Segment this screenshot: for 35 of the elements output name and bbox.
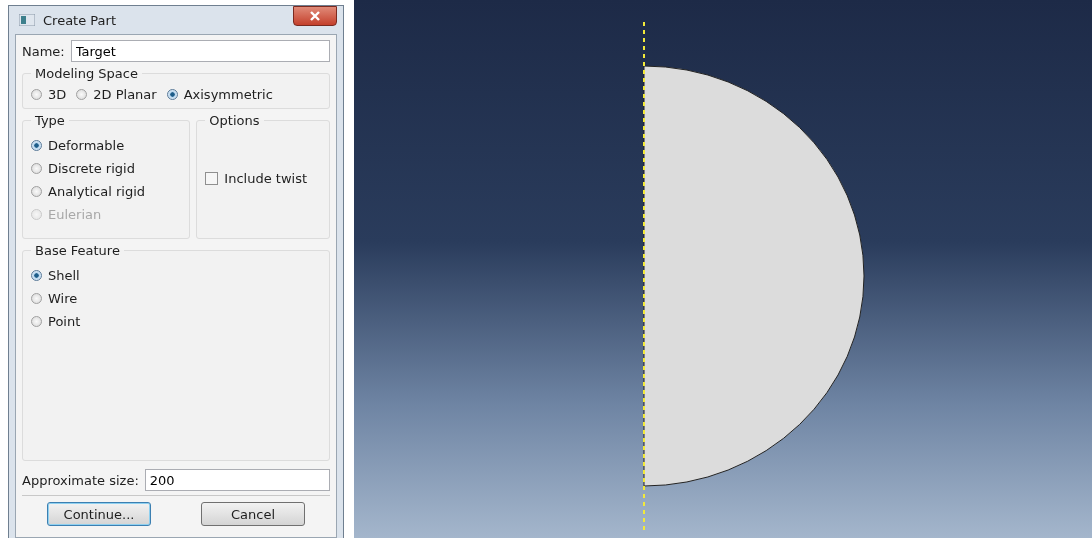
option-label: 3D — [48, 87, 67, 102]
option-label: 2D Planar — [93, 87, 157, 102]
radio-button[interactable] — [166, 89, 178, 100]
option-label: Axisymmetric — [183, 87, 273, 102]
radio-button[interactable] — [31, 89, 42, 100]
option-label: Include twist — [224, 170, 307, 186]
size-field[interactable]: 200 — [144, 469, 330, 491]
option-label: Eulerian — [48, 207, 102, 222]
option-label: Point — [48, 314, 81, 329]
radio-button[interactable] — [31, 163, 42, 174]
radio-button[interactable] — [31, 186, 42, 197]
radio-button[interactable] — [31, 293, 42, 304]
option-label: Shell — [48, 268, 80, 283]
radio-button[interactable] — [31, 316, 42, 327]
group-title: Type — [34, 113, 66, 128]
size-label: Approximate size: — [22, 472, 139, 488]
group-title: Base Feature — [34, 243, 121, 258]
name-label: Name: — [22, 43, 65, 59]
group-title: Options — [208, 113, 261, 128]
window-icon — [19, 14, 35, 26]
close-button[interactable] — [293, 6, 337, 26]
continue-button[interactable]: Continue... — [47, 502, 151, 526]
name-field[interactable]: Target — [70, 40, 330, 62]
radio-button[interactable] — [31, 270, 42, 281]
checkbox[interactable] — [205, 171, 219, 185]
option-label: Analytical rigid — [48, 184, 146, 199]
window-title: Create Part — [43, 12, 117, 28]
radio-button[interactable] — [31, 140, 42, 151]
option-label: Deformable — [48, 138, 125, 153]
option-label: Wire — [48, 291, 78, 306]
cancel-button[interactable]: Cancel — [201, 502, 305, 526]
group-title: Modeling Space — [34, 66, 139, 81]
radio-button[interactable] — [76, 89, 88, 100]
option-label: Discrete rigid — [48, 161, 135, 176]
close-icon — [309, 11, 321, 21]
